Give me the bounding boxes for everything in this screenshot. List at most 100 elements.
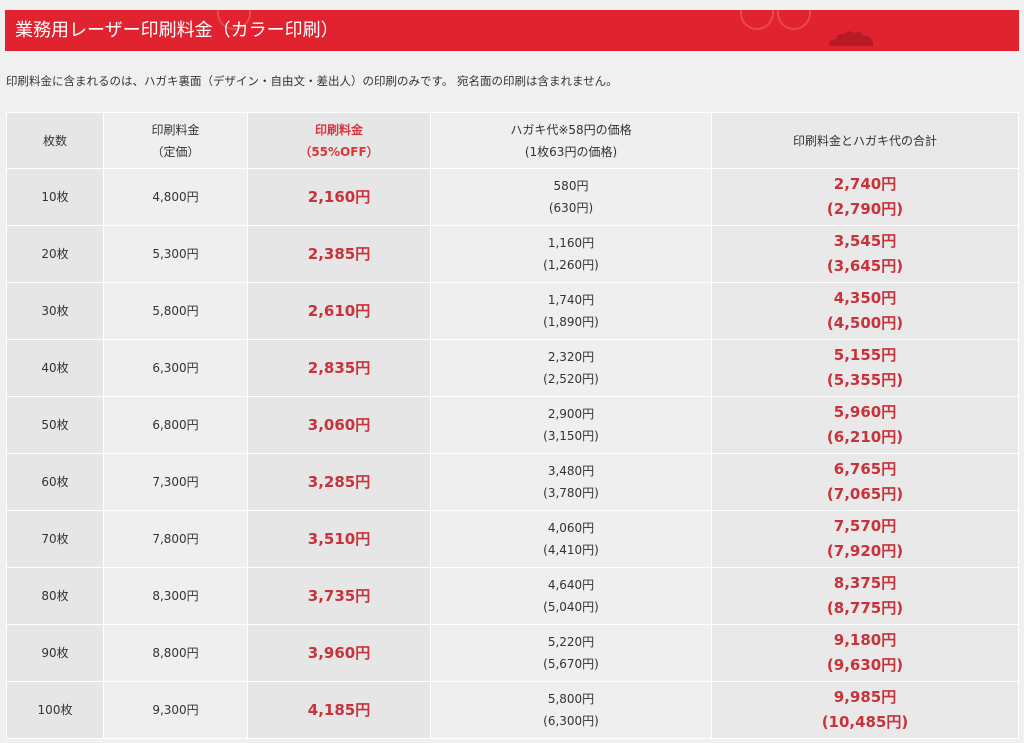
cell-total: 3,545円 (3,645円) [711,225,1019,283]
cell-postcard-price: 580円 (630円) [430,168,712,226]
total-58-value: 7,570円 [833,517,897,535]
postcard-58-value: 580円 [553,179,589,193]
discount-price-value: 3,510円 [307,529,371,548]
qty-value: 70枚 [41,532,69,546]
price-table: 枚数 印刷料金 （定価） 印刷料金 （55%OFF） ハガキ代※58円の価格 (… [6,112,1019,739]
list-price-value: 4,800円 [152,190,199,204]
table-row: 10枚 4,800円 2,160円 580円 (630円) 2,740円 (2,790円) [6,168,1019,226]
cell-postcard-price: 1,160円 (1,260円) [430,225,712,283]
table-header-row: 枚数 印刷料金 （定価） 印刷料金 （55%OFF） ハガキ代※58円の価格 (… [6,112,1019,169]
discount-price-value: 2,835円 [307,358,371,377]
postcard-58-value: 3,480円 [547,464,595,478]
table-row: 20枚 5,300円 2,385円 1,160円 (1,260円) 3,545円 (3,64… [6,225,1019,283]
cell-total: 2,740円 (2,790円) [711,168,1019,226]
cell-qty: 80枚 [6,567,104,625]
qty-value: 20枚 [41,247,69,261]
postcard-63-value: (3,150円) [543,429,599,443]
postcard-58-value: 2,320円 [547,350,595,364]
qty-value: 80枚 [41,589,69,603]
page-title: 業務用レーザー印刷料金（カラー印刷） [15,20,339,41]
total-63-value: (9,630円) [826,656,904,674]
postcard-58-value: 4,060円 [547,521,595,535]
total-63-value: (3,645円) [826,257,904,275]
total-58-value: 5,155円 [833,346,897,364]
cell-postcard-price: 5,220円 (5,670円) [430,624,712,682]
cell-list-price: 6,800円 [103,396,248,454]
table-row: 30枚 5,800円 2,610円 1,740円 (1,890円) 4,350円 (4,50… [6,282,1019,340]
cell-total: 8,375円 (8,775円) [711,567,1019,625]
header-list-price: 印刷料金 （定価） [103,112,248,169]
cell-postcard-price: 1,740円 (1,890円) [430,282,712,340]
total-63-value: (2,790円) [826,200,904,218]
cell-qty: 60枚 [6,453,104,511]
cell-discount-price: 3,285円 [247,453,431,511]
postcard-63-value: (1,260円) [543,258,599,272]
cell-postcard-price: 5,800円 (6,300円) [430,681,712,739]
qty-value: 40枚 [41,361,69,375]
total-63-value: (7,920円) [826,542,904,560]
total-63-value: (10,485円) [821,713,909,731]
cell-postcard-price: 4,640円 (5,040円) [430,567,712,625]
cell-discount-price: 4,185円 [247,681,431,739]
qty-value: 10枚 [41,190,69,204]
cell-list-price: 7,800円 [103,510,248,568]
header-qty-label: 枚数 [42,133,67,148]
discount-price-value: 4,185円 [307,700,371,719]
postcard-63-value: (4,410円) [543,543,599,557]
header-postcard-price: ハガキ代※58円の価格 (1枚63円の価格) [430,112,712,169]
table-row: 50枚 6,800円 3,060円 2,900円 (3,150円) 5,960円 (6,21… [6,396,1019,454]
cell-total: 7,570円 (7,920円) [711,510,1019,568]
header-postcard-line1: ハガキ代※58円の価格 [510,122,632,137]
header-discount-line2: （55%OFF） [299,144,379,159]
cell-list-price: 5,300円 [103,225,248,283]
header-discount-line1: 印刷料金 [314,122,363,137]
qty-value: 60枚 [41,475,69,489]
header-total-label: 印刷料金とハガキ代の合計 [792,133,937,148]
cell-total: 9,985円 (10,485円) [711,681,1019,739]
decorative-pattern-icon [740,10,774,30]
discount-price-value: 2,385円 [307,244,371,263]
total-58-value: 2,740円 [833,175,897,193]
cell-qty: 100枚 [6,681,104,739]
table-row: 40枚 6,300円 2,835円 2,320円 (2,520円) 5,155円 (5,35… [6,339,1019,397]
decorative-pattern-icon [777,10,811,30]
discount-price-value: 3,060円 [307,415,371,434]
qty-value: 100枚 [37,703,73,717]
cell-qty: 10枚 [6,168,104,226]
postcard-58-value: 1,740円 [547,293,595,307]
cell-qty: 20枚 [6,225,104,283]
cell-list-price: 9,300円 [103,681,248,739]
cell-postcard-price: 3,480円 (3,780円) [430,453,712,511]
cell-list-price: 6,300円 [103,339,248,397]
qty-value: 30枚 [41,304,69,318]
list-price-value: 7,300円 [152,475,199,489]
list-price-value: 5,800円 [152,304,199,318]
cell-total: 4,350円 (4,500円) [711,282,1019,340]
cell-postcard-price: 2,320円 (2,520円) [430,339,712,397]
list-price-value: 9,300円 [152,703,199,717]
cell-qty: 40枚 [6,339,104,397]
total-58-value: 8,375円 [833,574,897,592]
list-price-value: 6,300円 [152,361,199,375]
table-row: 70枚 7,800円 3,510円 4,060円 (4,410円) 7,570円 (7,92… [6,510,1019,568]
discount-price-value: 3,960円 [307,643,371,662]
cell-discount-price: 3,735円 [247,567,431,625]
cell-discount-price: 2,160円 [247,168,431,226]
total-63-value: (7,065円) [826,485,904,503]
table-row: 100枚 9,300円 4,185円 5,800円 (6,300円) 9,985円 (10,… [6,681,1019,739]
list-price-value: 5,300円 [152,247,199,261]
page-header-banner: 業務用レーザー印刷料金（カラー印刷） [5,10,1019,51]
cell-qty: 50枚 [6,396,104,454]
total-63-value: (5,355円) [826,371,904,389]
cell-qty: 90枚 [6,624,104,682]
cell-discount-price: 2,385円 [247,225,431,283]
cell-qty: 30枚 [6,282,104,340]
cell-discount-price: 2,835円 [247,339,431,397]
list-price-value: 7,800円 [152,532,199,546]
header-list-price-line2: （定価） [151,144,200,159]
cell-total: 6,765円 (7,065円) [711,453,1019,511]
postcard-63-value: (2,520円) [543,372,599,386]
notice-text: 印刷料金に含まれるのは、ハガキ裏面（デザイン・自由文・差出人）の印刷のみです。 … [6,74,618,88]
cell-discount-price: 3,060円 [247,396,431,454]
list-price-value: 8,800円 [152,646,199,660]
